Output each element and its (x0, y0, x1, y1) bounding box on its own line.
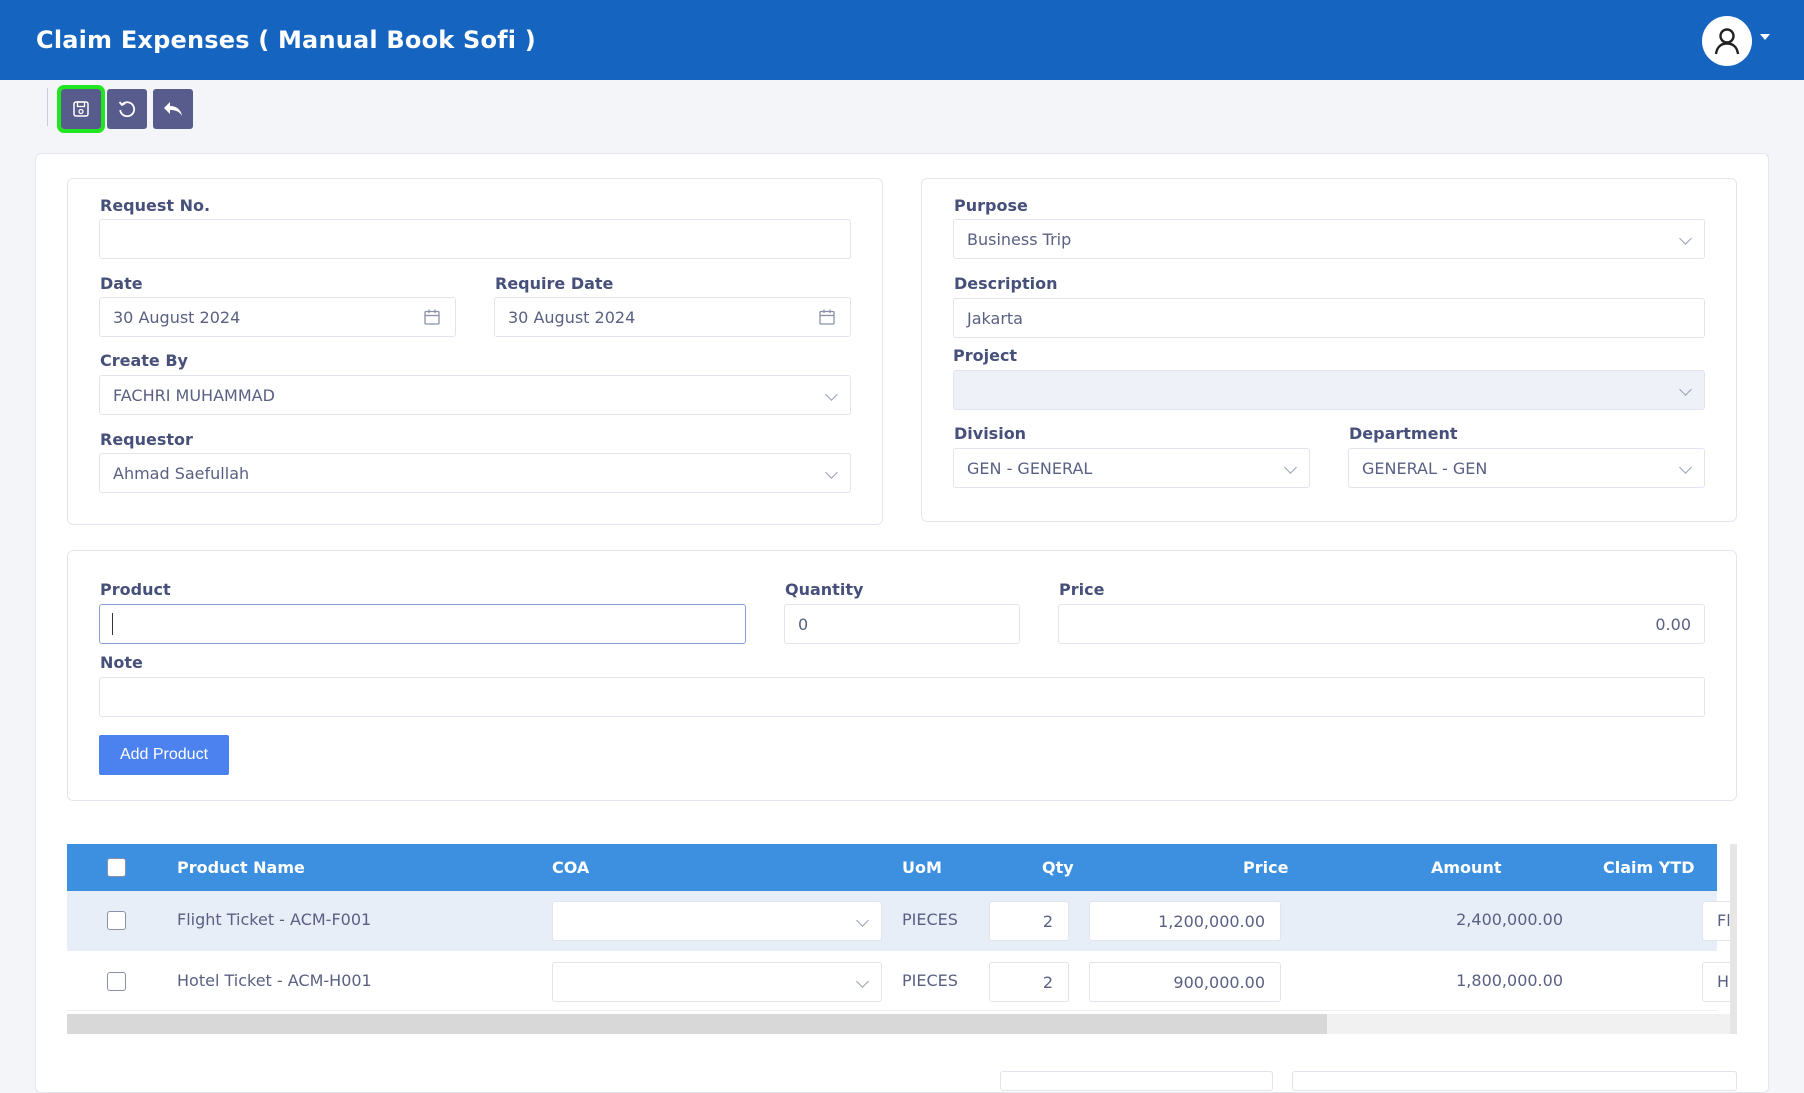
uom-cell: PIECES (902, 910, 958, 929)
purpose-select[interactable]: Business Trip (953, 219, 1705, 259)
project-label: Project (953, 346, 1018, 365)
add-product-button[interactable]: Add Product (99, 735, 229, 775)
qty-input[interactable]: 2 (989, 962, 1069, 1002)
price-value: 0.00 (1655, 615, 1691, 634)
chevron-down-icon (856, 914, 869, 927)
require-date-value: 30 August 2024 (508, 307, 636, 327)
table-row: Flight Ticket - ACM-F001 PIECES 2 1,200,… (67, 891, 1737, 951)
uom-cell: PIECES (902, 971, 958, 990)
note-input[interactable] (99, 677, 1705, 717)
product-name-cell: Hotel Ticket - ACM-H001 (177, 971, 372, 990)
toolbar-divider (47, 88, 48, 126)
requestor-value: Ahmad Saefullah (113, 463, 250, 483)
create-by-value: FACHRI MUHAMMAD (113, 385, 275, 405)
date-label: Date (100, 274, 143, 293)
chevron-down-icon (1679, 232, 1692, 245)
app-header: Claim Expenses ( Manual Book Sofi ) (0, 0, 1804, 80)
price-label: Price (1059, 580, 1105, 599)
qty-input[interactable]: 2 (989, 901, 1069, 941)
chevron-down-icon[interactable] (1760, 34, 1770, 40)
footer-field[interactable] (1000, 1071, 1273, 1091)
purpose-value: Business Trip (967, 229, 1072, 249)
chevron-down-icon (825, 388, 838, 401)
column-header-amount[interactable]: Amount (1431, 858, 1501, 877)
coa-select[interactable] (552, 962, 882, 1002)
row-checkbox[interactable] (107, 972, 126, 991)
refresh-icon (118, 101, 136, 118)
chevron-down-icon (856, 975, 869, 988)
save-button[interactable] (57, 85, 105, 133)
request-no-input[interactable] (99, 219, 851, 259)
amount-cell: 1,800,000.00 (1456, 971, 1563, 990)
product-entry-panel (67, 550, 1737, 801)
quantity-label: Quantity (785, 580, 864, 599)
department-value: GENERAL - GEN (1362, 458, 1488, 478)
department-label: Department (1349, 424, 1458, 443)
column-header-uom[interactable]: UoM (902, 858, 942, 877)
note-label: Note (100, 653, 143, 672)
user-avatar[interactable] (1702, 16, 1752, 66)
save-icon (73, 101, 89, 117)
column-header-product-name[interactable]: Product Name (177, 858, 305, 877)
undo-icon (164, 102, 182, 116)
date-value: 30 August 2024 (113, 307, 241, 327)
table-row: Hotel Ticket - ACM-H001 PIECES 2 900,000… (67, 951, 1737, 1011)
require-date-input[interactable]: 30 August 2024 (494, 297, 851, 337)
calendar-icon[interactable] (423, 308, 441, 326)
division-value: GEN - GENERAL (967, 458, 1093, 478)
project-select[interactable] (953, 370, 1705, 410)
require-date-label: Require Date (495, 274, 614, 293)
chevron-down-icon (1284, 461, 1297, 474)
date-input[interactable]: 30 August 2024 (99, 297, 456, 337)
undo-button[interactable] (153, 89, 193, 129)
description-value: Jakarta (967, 308, 1023, 328)
request-no-label: Request No. (100, 196, 211, 215)
product-input[interactable] (99, 604, 746, 644)
refresh-button[interactable] (107, 89, 147, 129)
page-title: Claim Expenses ( Manual Book Sofi ) (36, 26, 536, 54)
vertical-scrollbar[interactable] (1730, 844, 1737, 1034)
product-name-cell: Flight Ticket - ACM-F001 (177, 910, 372, 929)
column-header-price[interactable]: Price (1243, 858, 1288, 877)
calendar-icon[interactable] (818, 308, 836, 326)
requestor-label: Requestor (100, 430, 193, 449)
division-select[interactable]: GEN - GENERAL (953, 448, 1310, 488)
footer-field[interactable] (1292, 1071, 1737, 1091)
product-label: Product (100, 580, 171, 599)
description-input[interactable]: Jakarta (953, 298, 1705, 338)
coa-select[interactable] (552, 901, 882, 941)
amount-cell: 2,400,000.00 (1456, 910, 1563, 929)
purpose-label: Purpose (954, 196, 1028, 215)
column-header-qty[interactable]: Qty (1042, 858, 1074, 877)
create-by-label: Create By (100, 351, 188, 370)
department-select[interactable]: GENERAL - GEN (1348, 448, 1705, 488)
product-table: Product Name COA UoM Qty Price Amount Cl… (67, 844, 1737, 1036)
quantity-input[interactable]: 0 (784, 604, 1020, 644)
horizontal-scrollbar-thumb[interactable] (67, 1014, 1327, 1034)
column-header-coa[interactable]: COA (552, 858, 589, 877)
column-header-claim-ytd[interactable]: Claim YTD (1603, 858, 1695, 877)
chevron-down-icon (825, 466, 838, 479)
chevron-down-icon (1679, 461, 1692, 474)
division-label: Division (954, 424, 1027, 443)
select-all-checkbox[interactable] (107, 858, 126, 877)
create-by-select[interactable]: FACHRI MUHAMMAD (99, 375, 851, 415)
user-icon (1714, 28, 1740, 55)
row-checkbox[interactable] (107, 911, 126, 930)
requestor-select[interactable]: Ahmad Saefullah (99, 453, 851, 493)
price-cell-input[interactable]: 900,000.00 (1089, 962, 1281, 1002)
text-cursor (112, 613, 113, 635)
price-cell-input[interactable]: 1,200,000.00 (1089, 901, 1281, 941)
description-label: Description (954, 274, 1058, 293)
quantity-value: 0 (798, 614, 809, 634)
table-header: Product Name COA UoM Qty Price Amount Cl… (67, 844, 1717, 891)
chevron-down-icon (1679, 383, 1692, 396)
price-input[interactable]: 0.00 (1058, 604, 1705, 644)
